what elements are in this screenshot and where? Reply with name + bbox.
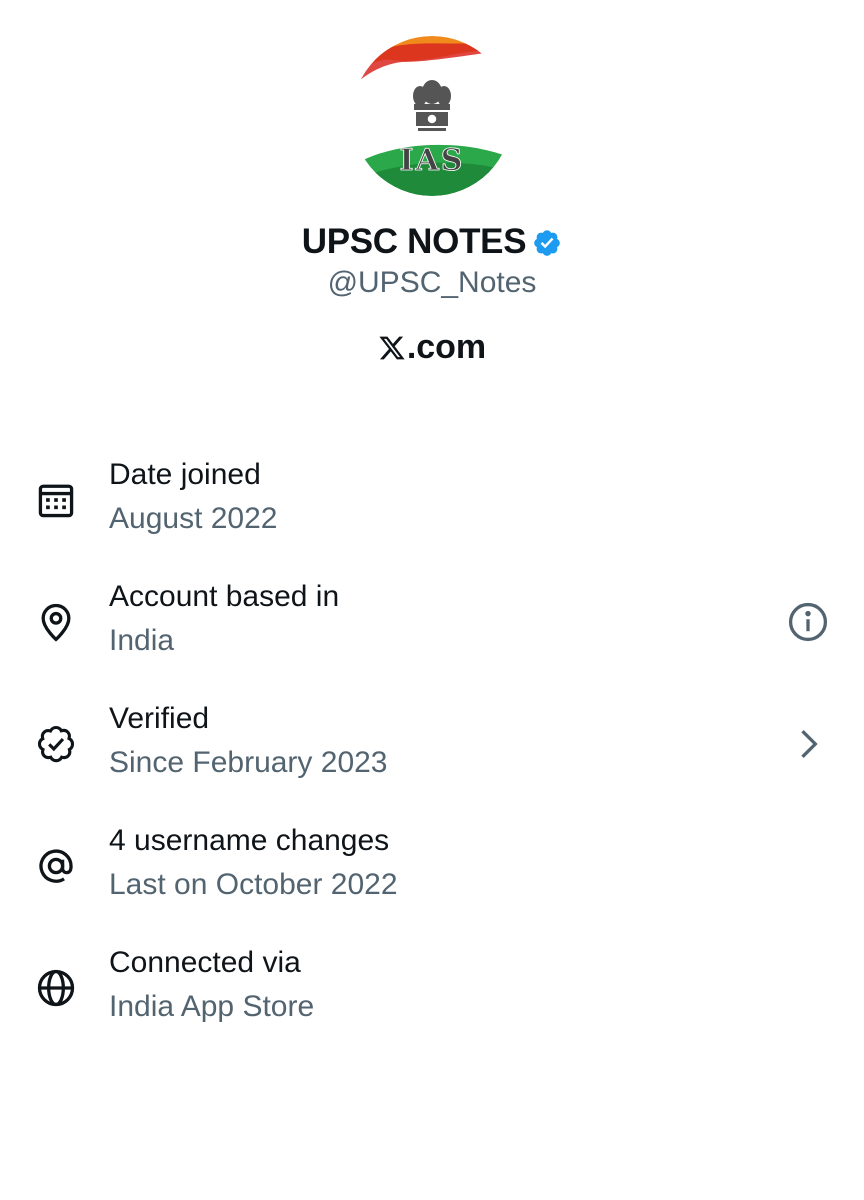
handle: @UPSC_Notes xyxy=(327,266,537,299)
row-title: Date joined xyxy=(109,458,261,491)
verified-badge-icon xyxy=(34,722,78,766)
about-account-list: Date joined August 2022 Account based in… xyxy=(0,452,864,1062)
row-account-based-in: Account based in India xyxy=(0,574,864,696)
row-title: Verified xyxy=(109,702,210,735)
row-verified[interactable]: Verified Since February 2023 xyxy=(0,696,864,818)
display-name: UPSC NOTES xyxy=(301,222,527,261)
verified-check-icon xyxy=(532,228,562,258)
row-title: Account based in xyxy=(109,580,340,613)
info-icon[interactable] xyxy=(786,600,830,644)
row-subtitle: India xyxy=(109,624,175,657)
at-sign-icon xyxy=(34,844,78,888)
row-subtitle: India App Store xyxy=(109,990,315,1023)
row-subtitle: August 2022 xyxy=(109,502,278,535)
location-pin-icon xyxy=(34,600,78,644)
row-subtitle: Since February 2023 xyxy=(109,746,388,779)
row-connected-via: Connected via India App Store xyxy=(0,940,864,1062)
source-domain-text: .com xyxy=(406,328,487,366)
emblem-icon xyxy=(413,80,451,131)
avatar-image: IAS xyxy=(352,36,512,196)
row-username-changes: 4 username changes Last on October 2022 xyxy=(0,818,864,940)
avatar-lettering: IAS xyxy=(400,143,465,178)
source-domain: .com xyxy=(0,328,864,367)
chevron-right-icon[interactable] xyxy=(786,722,830,766)
name-row: UPSC NOTES xyxy=(0,218,864,266)
calendar-icon xyxy=(34,478,78,522)
row-subtitle: Last on October 2022 xyxy=(109,868,398,901)
avatar[interactable]: IAS xyxy=(352,36,512,196)
row-title: 4 username changes xyxy=(109,824,390,857)
x-logo-icon xyxy=(378,334,406,362)
row-date-joined: Date joined August 2022 xyxy=(0,452,864,574)
row-title: Connected via xyxy=(109,946,301,979)
globe-icon xyxy=(34,966,78,1010)
